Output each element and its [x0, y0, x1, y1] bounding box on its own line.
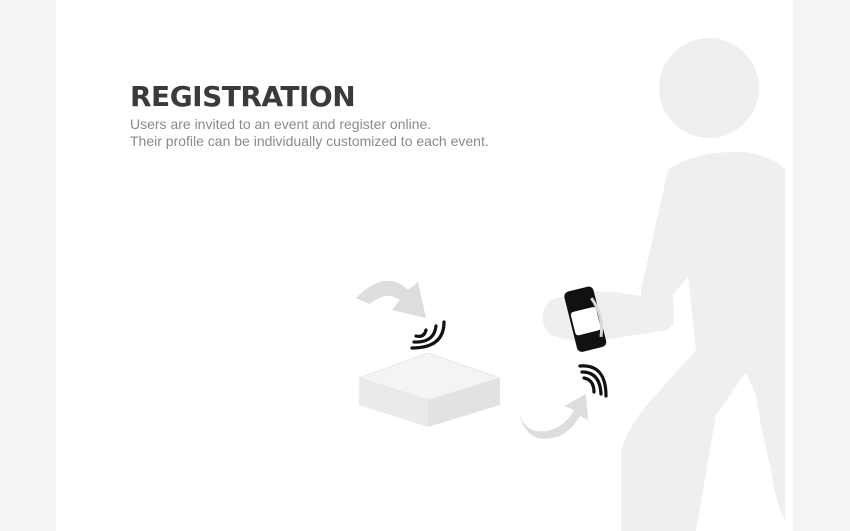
- illustration-stage: REGISTRATION Users are invited to an eve…: [56, 0, 793, 531]
- curved-arrow-icon: [356, 280, 426, 318]
- description-line: Users are invited to an event and regist…: [130, 116, 432, 132]
- curved-arrow-icon: [518, 394, 588, 439]
- wireless-signal-icon: [578, 364, 608, 398]
- person-icon: [542, 38, 785, 531]
- page-title: REGISTRATION: [130, 80, 356, 113]
- description: Users are invited to an event and regist…: [130, 116, 489, 150]
- description-line: Their profile can be individually custom…: [130, 133, 489, 149]
- nfc-reader-icon: [357, 352, 502, 427]
- wireless-signal-icon: [410, 320, 446, 350]
